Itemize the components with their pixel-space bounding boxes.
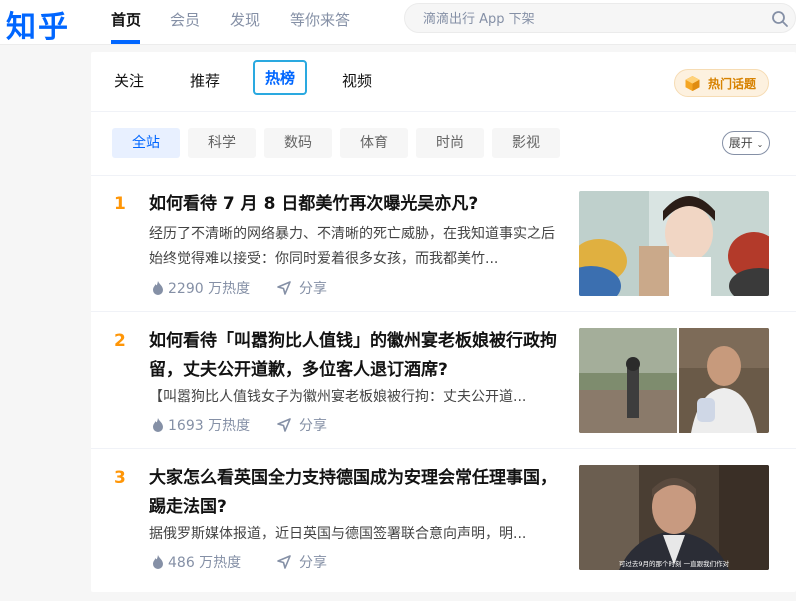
- hot-topic-icon: [685, 76, 700, 91]
- tab-recommend[interactable]: 推荐: [190, 70, 220, 91]
- heat-value: 2290 万热度: [168, 281, 251, 297]
- share-button[interactable]: 分享: [277, 552, 327, 572]
- heat-value: 486 万热度: [168, 555, 242, 571]
- nav-home[interactable]: 首页: [111, 9, 141, 30]
- filter-all[interactable]: 全站: [112, 128, 180, 158]
- share-button[interactable]: 分享: [277, 415, 327, 435]
- hot-list-item[interactable]: 3 大家怎么看英国全力支持德国成为安理会常任理事国，踢走法国? 据俄罗斯媒体报道…: [91, 464, 796, 601]
- flame-icon: [153, 555, 163, 569]
- filter-science[interactable]: 科学: [188, 128, 256, 158]
- item-title[interactable]: 大家怎么看英国全力支持德国成为安理会常任理事国，踢走法国?: [149, 464, 569, 522]
- hot-list-item[interactable]: 2 如何看待「叫嚣狗比人值钱」的徽州宴老板娘被行政拘留，丈夫公开道歉，多位客人退…: [91, 327, 796, 464]
- share-label: 分享: [299, 418, 327, 434]
- filter-digital[interactable]: 数码: [264, 128, 332, 158]
- chevron-down-icon: ⌄: [756, 140, 764, 149]
- share-icon: [277, 281, 291, 295]
- nav-active-indicator: [111, 40, 140, 44]
- top-navigation-bar: 知乎 首页 会员 发现 等你来答: [0, 0, 796, 45]
- filter-sports[interactable]: 体育: [340, 128, 408, 158]
- thumbnail-image: [579, 328, 769, 433]
- heat-value: 1693 万热度: [168, 418, 251, 434]
- zhihu-logo[interactable]: 知乎: [6, 2, 70, 46]
- nav-waiting-answers[interactable]: 等你来答: [290, 9, 350, 30]
- heat-metric: 1693 万热度: [152, 415, 250, 435]
- share-label: 分享: [299, 281, 327, 297]
- share-label: 分享: [299, 555, 327, 571]
- item-excerpt[interactable]: 【叫嚣狗比人值钱女子为徽州宴老板娘被行拘：丈夫公开道...: [149, 385, 559, 410]
- hot-list-card: 关注 推荐 热榜 视频 热门话题 全站 科学 数码 体育 时尚 影视 展开 ⌄ …: [91, 52, 796, 592]
- rank-number: 3: [114, 468, 126, 488]
- item-title[interactable]: 如何看待 7 月 8 日都美竹再次曝光吴亦凡?: [149, 190, 569, 219]
- thumbnail-caption: 可过去9月的那个时刻 一直跟我们作对: [619, 559, 730, 568]
- nav-discover[interactable]: 发现: [230, 9, 260, 30]
- item-thumbnail[interactable]: 可过去9月的那个时刻 一直跟我们作对: [579, 465, 769, 570]
- hot-list-item[interactable]: 1 如何看待 7 月 8 日都美竹再次曝光吴亦凡? 经历了不清晰的网络暴力、不清…: [91, 190, 796, 327]
- flame-icon: [153, 281, 163, 295]
- expand-label: 展开: [728, 136, 753, 150]
- item-excerpt[interactable]: 经历了不清晰的网络暴力、不清晰的死亡威胁，在我知道事实之后始终觉得难以接受：你同…: [149, 222, 559, 272]
- search-box: [404, 3, 796, 33]
- filters-divider: [91, 175, 796, 176]
- item-excerpt[interactable]: 据俄罗斯媒体报道，近日英国与德国签署联合意向声明，明...: [149, 522, 559, 547]
- item-thumbnail[interactable]: [579, 191, 769, 296]
- tab-follow[interactable]: 关注: [114, 70, 144, 91]
- item-thumbnail[interactable]: [579, 328, 769, 433]
- thumbnail-image: 可过去9月的那个时刻 一直跟我们作对: [579, 465, 769, 570]
- hot-topic-label: 热门话题: [708, 77, 757, 91]
- thumbnail-image: [579, 191, 769, 296]
- share-button[interactable]: 分享: [277, 278, 327, 298]
- tab-hot-list[interactable]: 热榜: [253, 60, 308, 95]
- item-title[interactable]: 如何看待「叫嚣狗比人值钱」的徽州宴老板娘被行政拘留，丈夫公开道歉，多位客人退订酒…: [149, 327, 569, 385]
- tab-video[interactable]: 视频: [342, 70, 372, 91]
- share-icon: [277, 555, 291, 569]
- hot-topic-button[interactable]: 热门话题: [674, 69, 769, 97]
- tabs-divider: [91, 111, 796, 112]
- filter-fashion[interactable]: 时尚: [416, 128, 484, 158]
- heat-metric: 486 万热度: [152, 552, 241, 572]
- expand-filters-button[interactable]: 展开 ⌄: [722, 131, 770, 155]
- rank-number: 2: [114, 331, 126, 351]
- share-icon: [277, 418, 291, 432]
- item-divider: [91, 311, 796, 312]
- heat-metric: 2290 万热度: [152, 278, 250, 298]
- flame-icon: [153, 418, 163, 432]
- nav-vip[interactable]: 会员: [170, 9, 200, 30]
- item-divider: [91, 448, 796, 449]
- filter-film[interactable]: 影视: [492, 128, 560, 158]
- search-input[interactable]: [421, 8, 765, 30]
- search-icon[interactable]: [771, 10, 789, 28]
- rank-number: 1: [114, 194, 126, 214]
